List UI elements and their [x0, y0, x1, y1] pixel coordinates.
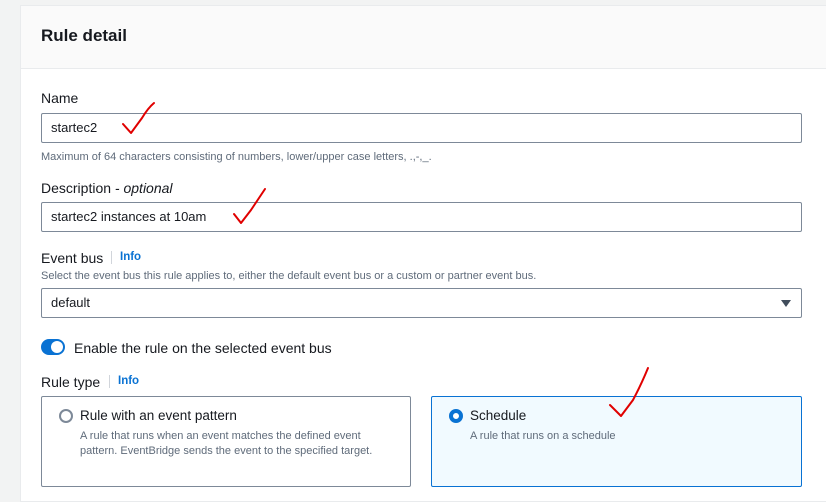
rule-type-event-pattern-tile[interactable]: Rule with an event pattern A rule that r…: [41, 396, 411, 487]
rule-detail-panel: Rule detail Name startec2 Maximum of 64 …: [20, 5, 826, 502]
event-bus-info-link[interactable]: Info: [120, 251, 141, 263]
description-input-value: startec2 instances at 10am: [51, 209, 207, 224]
enable-rule-label: Enable the rule on the selected event bu…: [74, 340, 332, 356]
annotation-checkmark-icon: [609, 367, 649, 417]
rule-type-label: Rule type: [41, 374, 101, 390]
description-optional-text: optional: [123, 180, 173, 196]
schedule-radio[interactable]: [449, 409, 463, 423]
event-bus-hint: Select the event bus this rule applies t…: [41, 270, 537, 282]
panel-header: Rule detail: [21, 6, 826, 69]
event-bus-label: Event bus: [41, 250, 104, 266]
annotation-checkmark-icon: [122, 102, 155, 134]
panel-title: Rule detail: [41, 26, 127, 45]
schedule-title: Schedule: [470, 408, 527, 423]
caret-down-icon: [781, 300, 791, 307]
enable-rule-toggle[interactable]: [41, 339, 65, 355]
name-label: Name: [41, 90, 79, 106]
annotation-checkmark-icon: [233, 188, 266, 224]
event-bus-info-divider: [111, 251, 112, 264]
name-hint: Maximum of 64 characters consisting of n…: [41, 151, 432, 163]
description-label-sep: -: [111, 180, 124, 196]
event-pattern-title: Rule with an event pattern: [80, 408, 237, 423]
description-input[interactable]: startec2 instances at 10am: [41, 202, 802, 232]
name-input-value: startec2: [51, 120, 98, 135]
event-bus-select[interactable]: default: [41, 288, 802, 318]
event-pattern-radio[interactable]: [59, 409, 73, 423]
event-bus-select-value: default: [51, 295, 91, 310]
schedule-description: A rule that runs on a schedule: [470, 430, 616, 442]
description-label: Description - optional: [41, 180, 173, 196]
rule-type-info-link[interactable]: Info: [118, 375, 139, 387]
toggle-knob: [51, 341, 63, 353]
rule-type-info-divider: [109, 375, 110, 388]
event-pattern-description: A rule that runs when an event matches t…: [80, 430, 373, 457]
description-label-text: Description: [41, 180, 112, 196]
